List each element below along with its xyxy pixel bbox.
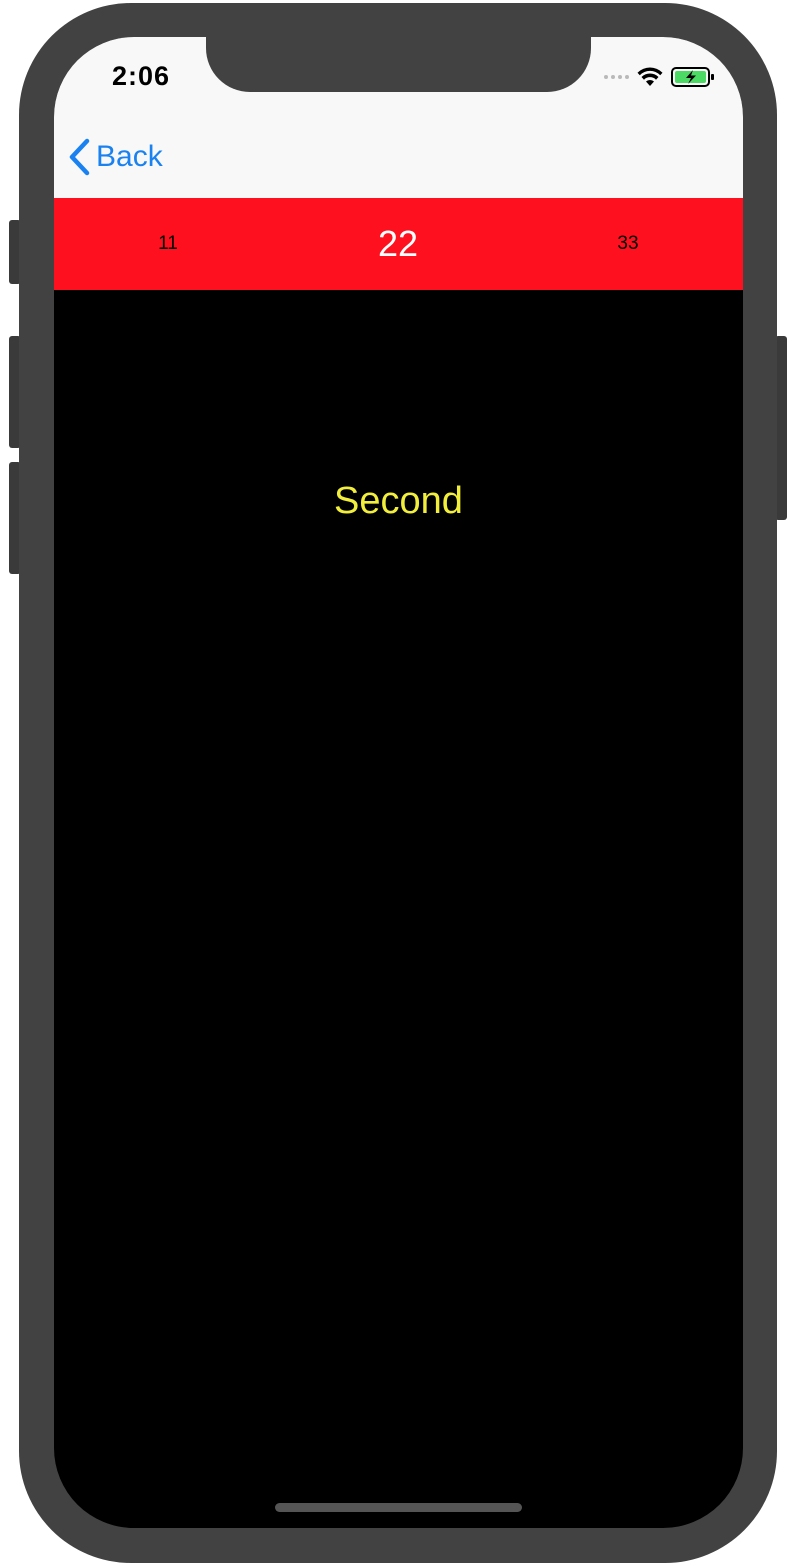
back-button[interactable]: Back: [68, 138, 163, 176]
segmented-tab-bar: 11 22 33: [54, 198, 743, 290]
tab-33[interactable]: 33: [578, 198, 678, 290]
tab-11[interactable]: 11: [118, 198, 218, 290]
chevron-left-icon: [69, 138, 90, 176]
home-indicator[interactable]: [275, 1503, 522, 1512]
signal-dots-icon: [604, 75, 629, 79]
tab-22[interactable]: 22: [348, 198, 448, 290]
status-icons: [604, 67, 715, 87]
screen: 2:06 Back 11 22 33 Second: [54, 37, 743, 1528]
battery-charging-icon: [671, 67, 714, 87]
back-label: Back: [96, 140, 163, 173]
page-content-label: Second: [334, 480, 463, 522]
device-notch: [206, 37, 591, 92]
status-time: 2:06: [112, 61, 171, 91]
wifi-icon: [637, 67, 663, 86]
